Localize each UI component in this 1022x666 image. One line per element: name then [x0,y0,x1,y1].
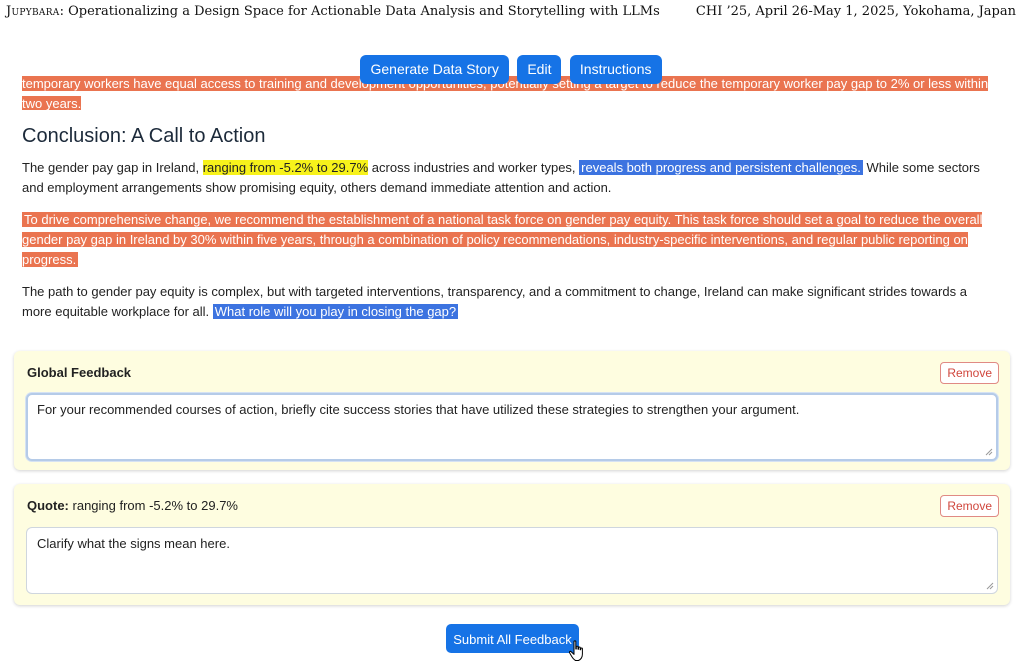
highlight-blue-1[interactable]: reveals both progress and persistent cha… [579,160,863,175]
edit-button[interactable]: Edit [517,55,562,84]
p3-text: The path to gender pay equity is complex… [22,284,967,319]
quote-feedback-textarea[interactable]: Clarify what the signs mean here. [26,527,998,594]
resize-grip-icon[interactable] [985,448,993,456]
highlight-yellow-quote[interactable]: ranging from -5.2% to 29.7% [202,160,369,175]
conference-info: CHI ’25, April 26-May 1, 2025, Yokohama,… [695,4,1016,19]
remove-quote-feedback-button[interactable]: Remove [940,495,999,517]
paper-brand: Jupybara [6,4,60,19]
story-paragraph-3: The path to gender pay equity is complex… [22,282,990,322]
global-feedback-text: For your recommended courses of action, … [37,402,800,417]
generate-data-story-button[interactable]: Generate Data Story [360,55,509,84]
highlight-orange-recommendation[interactable]: To drive comprehensive change, we recomm… [22,212,983,267]
quote-feedback-title: Quote: ranging from -5.2% to 29.7% [27,498,238,513]
hand-pointer-icon [568,640,583,661]
paper-title-text: : Operationalizing a Design Space for Ac… [59,4,660,19]
paper-running-header: Jupybara: Operationalizing a Design Spac… [0,0,1022,26]
paper-title: Jupybara: Operationalizing a Design Spac… [6,4,660,19]
p1-text-start: The gender pay gap in Ireland, [22,160,203,175]
submit-all-feedback-button[interactable]: Submit All Feedback [446,624,579,653]
story-paragraph-1: The gender pay gap in Ireland, ranging f… [22,158,990,198]
global-feedback-textarea[interactable]: For your recommended courses of action, … [26,393,998,461]
quote-feedback-card: Quote: ranging from -5.2% to 29.7% Remov… [14,484,1010,605]
instructions-button[interactable]: Instructions [569,55,662,84]
quote-text: ranging from -5.2% to 29.7% [72,498,238,513]
story-paragraph-2: To drive comprehensive change, we recomm… [22,210,990,270]
quote-feedback-text: Clarify what the signs mean here. [37,536,230,551]
resize-grip-icon[interactable] [986,582,994,590]
p1-text-middle: across industries and worker types, [368,160,580,175]
highlight-blue-question[interactable]: What role will you play in closing the g… [212,304,459,319]
global-feedback-title: Global Feedback [27,365,132,380]
remove-global-feedback-button[interactable]: Remove [940,362,999,384]
global-feedback-card: Global Feedback Remove For your recommen… [14,351,1010,470]
data-story: temporary workers have equal access to t… [22,76,990,322]
section-heading: Conclusion: A Call to Action [22,125,266,147]
toolbar: Generate Data Story Edit Instructions [0,55,1022,84]
